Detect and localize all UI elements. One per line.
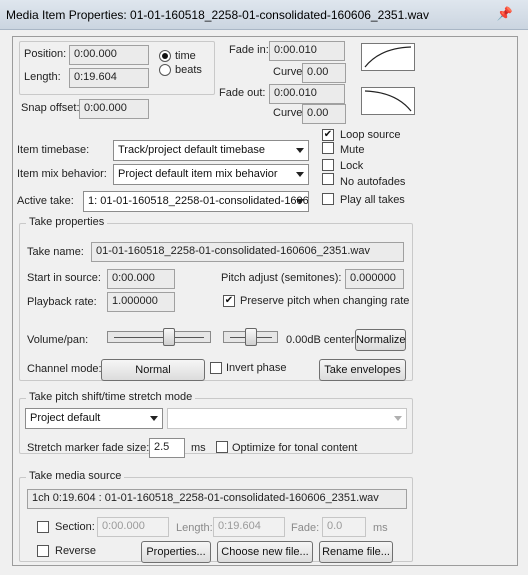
fade-out-curve-icon <box>364 90 412 112</box>
no-autofades-label: No autofades <box>340 176 406 188</box>
pitch-shift-title: Take pitch shift/time stretch mode <box>26 391 196 403</box>
snap-offset-field[interactable]: 0:00.000 <box>79 99 149 119</box>
pin-icon[interactable]: 📌 <box>494 6 516 22</box>
beats-radio[interactable] <box>159 64 171 76</box>
reverse-label: Reverse <box>55 545 96 557</box>
pan-slider[interactable] <box>223 328 278 346</box>
item-timebase-select[interactable]: Track/project default timebase <box>113 140 309 161</box>
rename-file-button[interactable]: Rename file... <box>319 541 393 563</box>
item-timebase-value: Track/project default timebase <box>118 144 265 156</box>
beats-radio-label: beats <box>175 64 202 76</box>
section-checkbox[interactable] <box>37 521 49 533</box>
section-fade-field[interactable]: 0.0 <box>322 517 366 537</box>
time-radio[interactable] <box>159 50 171 62</box>
item-mix-select[interactable]: Project default item mix behavior <box>113 164 309 185</box>
active-take-value: 1: 01-01-160518_2258-01-consolidated-160… <box>88 195 309 207</box>
fade-out-field[interactable]: 0:00.010 <box>269 84 345 104</box>
fade-out-curve-field[interactable]: 0.00 <box>302 104 346 124</box>
choose-new-file-button[interactable]: Choose new file... <box>217 541 313 563</box>
lock-checkbox[interactable] <box>322 159 334 171</box>
stretch-fade-field[interactable]: 2.5 <box>149 438 185 458</box>
volume-pan-readout: 0.00dB center <box>286 334 355 346</box>
fade-out-shape-button[interactable] <box>361 87 415 115</box>
section-label: Section: <box>55 521 95 533</box>
pan-slider-thumb[interactable] <box>245 328 257 346</box>
mute-checkbox[interactable] <box>322 142 334 154</box>
play-all-takes-label: Play all takes <box>340 194 405 206</box>
section-length-field[interactable]: 0:19.604 <box>213 517 285 537</box>
playback-rate-label: Playback rate: <box>27 296 97 308</box>
optimize-tonal-checkbox[interactable] <box>216 441 228 453</box>
properties-panel: Position: 0:00.000 Length: 0:19.604 time… <box>12 36 518 566</box>
pitch-mode-value: Project default <box>30 412 101 424</box>
take-envelopes-button[interactable]: Take envelopes <box>319 359 406 381</box>
properties-button[interactable]: Properties... <box>141 541 211 563</box>
fade-in-field[interactable]: 0:00.010 <box>269 41 345 61</box>
chevron-down-icon <box>296 199 304 204</box>
section-length-label: Length: <box>176 522 213 534</box>
fade-in-curve-icon <box>364 46 412 68</box>
media-source-title: Take media source <box>26 470 125 482</box>
invert-phase-checkbox[interactable] <box>210 362 222 374</box>
take-name-label: Take name: <box>27 246 84 258</box>
preserve-pitch-checkbox[interactable]: ✔ <box>223 295 235 307</box>
take-name-field[interactable]: 01-01-160518_2258-01-consolidated-160606… <box>91 242 404 262</box>
channel-mode-label: Channel mode: <box>27 363 102 375</box>
channel-mode-button[interactable]: Normal <box>101 359 205 381</box>
fade-out-curve-label: Curve: <box>273 107 306 119</box>
item-mix-label: Item mix behavior: <box>17 168 107 180</box>
preserve-pitch-label: Preserve pitch when changing rate <box>240 295 410 307</box>
no-autofades-checkbox[interactable] <box>322 173 334 185</box>
section-fade-unit: ms <box>373 522 388 534</box>
volume-slider-thumb[interactable] <box>163 328 175 346</box>
pitch-mode-select[interactable]: Project default <box>25 408 163 429</box>
fade-in-curve-field[interactable]: 0.00 <box>302 63 346 83</box>
start-in-source-label: Start in source: <box>27 272 101 284</box>
loop-source-label: Loop source <box>340 129 401 141</box>
playback-rate-field[interactable]: 1.000000 <box>107 292 175 312</box>
item-timebase-label: Item timebase: <box>17 144 90 156</box>
take-properties-title: Take properties <box>26 216 108 228</box>
play-all-takes-checkbox[interactable] <box>322 193 334 205</box>
volume-pan-label: Volume/pan: <box>27 334 89 346</box>
active-take-label: Active take: <box>17 195 74 207</box>
pitch-adjust-field[interactable]: 0.000000 <box>345 269 404 289</box>
item-mix-value: Project default item mix behavior <box>118 168 278 180</box>
length-field[interactable]: 0:19.604 <box>69 68 149 88</box>
reverse-checkbox[interactable] <box>37 545 49 557</box>
start-in-source-field[interactable]: 0:00.000 <box>107 269 175 289</box>
normalize-button[interactable]: Normalize <box>355 329 406 351</box>
chevron-down-icon <box>296 172 304 177</box>
chevron-down-icon <box>150 416 158 421</box>
pitch-submode-select[interactable] <box>167 408 407 429</box>
position-label: Position: <box>24 48 67 60</box>
section-fade-label: Fade: <box>291 522 320 534</box>
loop-source-checkbox[interactable]: ✔ <box>322 129 334 141</box>
chevron-down-icon <box>394 416 402 421</box>
mute-label: Mute <box>340 144 365 156</box>
fade-in-shape-button[interactable] <box>361 43 415 71</box>
window-title: Media Item Properties: 01-01-160518_2258… <box>6 8 429 22</box>
fade-in-curve-label: Curve: <box>273 66 306 78</box>
chevron-down-icon <box>296 148 304 153</box>
position-field[interactable]: 0:00.000 <box>69 45 149 65</box>
active-take-select[interactable]: 1: 01-01-160518_2258-01-consolidated-160… <box>83 191 309 212</box>
invert-phase-label: Invert phase <box>226 362 287 374</box>
fade-out-label: Fade out: <box>219 87 266 99</box>
lock-label: Lock <box>340 160 364 172</box>
pitch-adjust-label: Pitch adjust (semitones): <box>221 272 342 284</box>
snap-offset-label: Snap offset: <box>21 102 80 114</box>
length-label: Length: <box>24 71 61 83</box>
media-source-field: 1ch 0:19.604 : 01-01-160518_2258-01-cons… <box>27 489 407 509</box>
section-field[interactable]: 0:00.000 <box>97 517 169 537</box>
title-bar: Media Item Properties: 01-01-160518_2258… <box>0 0 528 30</box>
fade-in-label: Fade in: <box>229 44 269 56</box>
time-radio-label: time <box>175 50 196 62</box>
volume-slider[interactable] <box>107 328 211 346</box>
stretch-fade-unit: ms <box>191 442 206 454</box>
stretch-fade-label: Stretch marker fade size: <box>27 442 150 454</box>
optimize-tonal-label: Optimize for tonal content <box>232 442 358 454</box>
